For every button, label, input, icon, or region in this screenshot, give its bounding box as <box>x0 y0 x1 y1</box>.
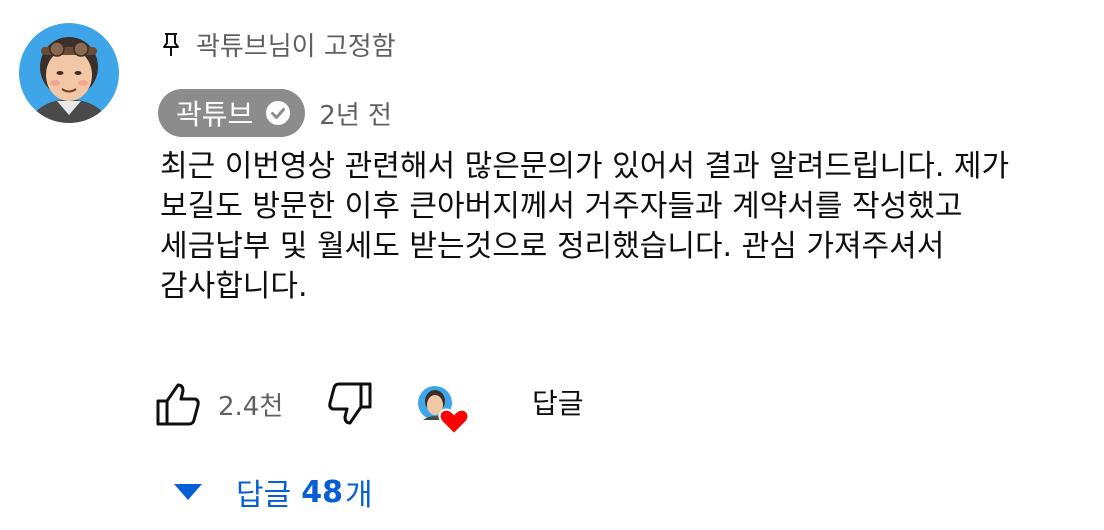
verified-check-icon <box>265 100 291 126</box>
like-count: 2.4천 <box>218 392 284 422</box>
comment-body: 최근 이번영상 관련해서 많은문의가 있어서 결과 알려드립니다. 제가 보길도… <box>160 149 1010 304</box>
caret-down-icon <box>170 482 206 502</box>
pin-icon <box>160 30 182 58</box>
reply-button[interactable]: 답글 <box>532 382 584 422</box>
author-chip[interactable]: 곽튜브 <box>158 89 306 137</box>
author-name: 곽튜브 <box>176 98 254 131</box>
pinned-indicator: 곽튜브님이 고정함 <box>160 26 396 62</box>
creator-heart-icon[interactable] <box>416 384 472 436</box>
thumbs-down-icon[interactable] <box>326 380 374 428</box>
replies-count: 48 <box>301 474 343 510</box>
comment-actions: 2.4천 답글 <box>154 378 854 436</box>
comment-header: 곽튜브 2년 전 <box>158 88 392 138</box>
comment-timestamp[interactable]: 2년 전 <box>319 95 392 132</box>
author-avatar[interactable] <box>19 23 119 123</box>
pinned-text: 곽튜브님이 고정함 <box>196 31 396 62</box>
thumbs-up-icon[interactable] <box>154 380 202 428</box>
replies-unit: 개 <box>344 478 373 513</box>
replies-label: 답글 <box>236 478 292 513</box>
show-replies-button[interactable]: 답글 48 개 <box>170 470 373 514</box>
comment-thread: 곽튜브님이 고정함 곽튜브 2년 전 최근 이번영상 관련해서 많은문의가 있어… <box>0 0 1104 530</box>
